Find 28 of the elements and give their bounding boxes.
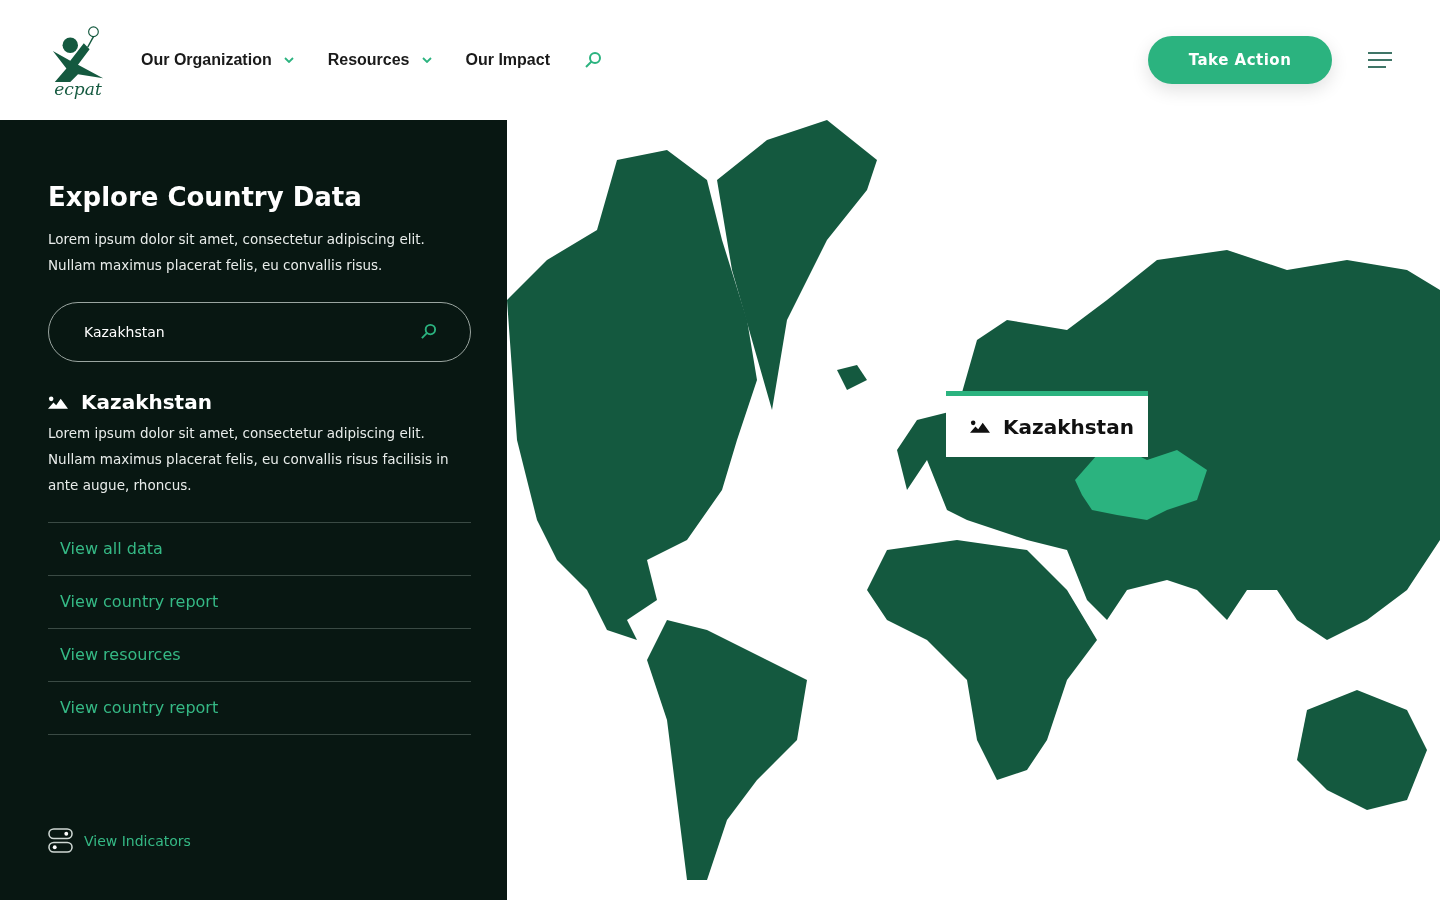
continent-shape[interactable] (1297, 690, 1427, 810)
country-description: Lorem ipsum dolor sit amet, consectetur adipiscing elit. Nullam maximus placerat felis, eu convallis risus facilisis in ante augue, rhoncus. (48, 424, 450, 495)
logo-text: ecpat (54, 81, 102, 97)
ecpat-logo[interactable]: ecpat (48, 23, 108, 97)
data-link[interactable]: View country report (48, 682, 471, 735)
section-title: Explore Country Data (48, 182, 363, 212)
toggles-icon[interactable] (48, 828, 73, 853)
continent-shape[interactable] (717, 120, 877, 410)
search-icon[interactable] (420, 323, 437, 340)
nav-link[interactable]: Resources (327, 51, 432, 69)
island-shape[interactable] (837, 365, 867, 390)
nav-link[interactable]: Our Organization (141, 51, 294, 69)
tooltip-label: Kazakhstan (1003, 414, 1134, 439)
menu-icon[interactable] (1368, 52, 1392, 68)
view-indicators-link[interactable]: View Indicators (84, 832, 191, 849)
data-link[interactable]: View resources (48, 629, 471, 682)
continent-shape[interactable] (867, 540, 1097, 780)
highlighted-country-shape[interactable] (1075, 450, 1207, 520)
continent-shape[interactable] (507, 150, 757, 640)
intro-text: Lorem ipsum dolor sit amet, consectetur adipiscing elit. Nullam maximus placerat felis, eu convallis risus. (48, 230, 426, 275)
search-field[interactable]: Kazakhstan (48, 302, 471, 362)
continent-shape[interactable] (647, 620, 807, 880)
landscape-icon (970, 420, 990, 433)
nav-link[interactable]: Our Impact (465, 51, 550, 69)
data-link[interactable]: View all data (48, 523, 471, 576)
data-link[interactable]: View country report (48, 576, 471, 629)
landscape-icon (48, 395, 68, 409)
country-name: Kazakhstan (81, 390, 212, 414)
